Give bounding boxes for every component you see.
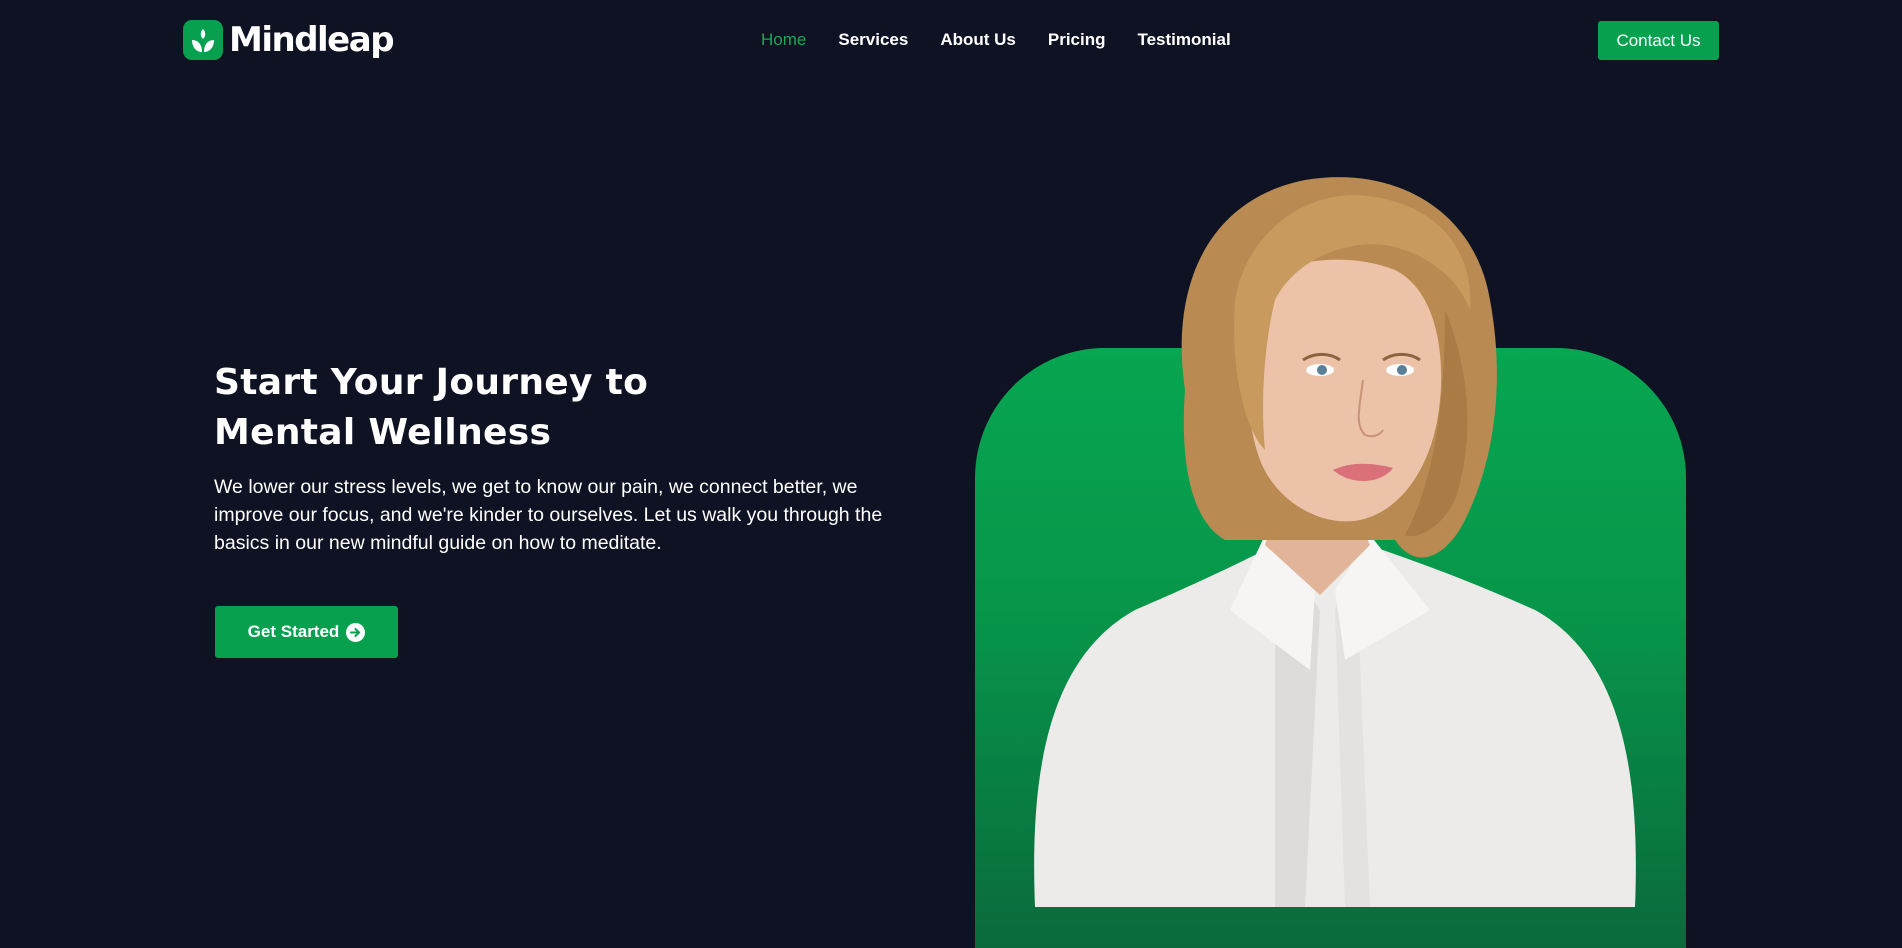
get-started-button[interactable]: Get Started: [215, 606, 398, 658]
arrow-right-circle-icon: [346, 622, 366, 642]
hero-title-line-1: Start Your Journey to: [214, 362, 649, 403]
nav-item-pricing[interactable]: Pricing: [1048, 28, 1106, 52]
hero-description: We lower our stress levels, we get to kn…: [214, 476, 883, 554]
brand-name: Mindleap: [229, 20, 395, 60]
main-nav: Home Services About Us Pricing Testimoni…: [761, 28, 1231, 52]
hero-portrait-image: [1034, 177, 1636, 907]
get-started-label: Get Started: [247, 622, 340, 641]
nav-item-services[interactable]: Services: [838, 28, 908, 52]
nav-item-about-us[interactable]: About Us: [940, 28, 1016, 52]
nav-item-home[interactable]: Home: [761, 28, 806, 52]
brand-logo[interactable]: Mindleap: [183, 20, 395, 60]
hero-title-line-2: Mental Wellness: [214, 412, 552, 453]
contact-us-button[interactable]: Contact Us: [1598, 21, 1719, 60]
nav-item-testimonial[interactable]: Testimonial: [1137, 28, 1230, 52]
leaf-sprout-icon: [183, 20, 223, 60]
site-header: Mindleap Home Services About Us Pricing …: [0, 0, 1902, 80]
hero-title: Start Your Journey to Mental Wellness: [214, 358, 734, 458]
